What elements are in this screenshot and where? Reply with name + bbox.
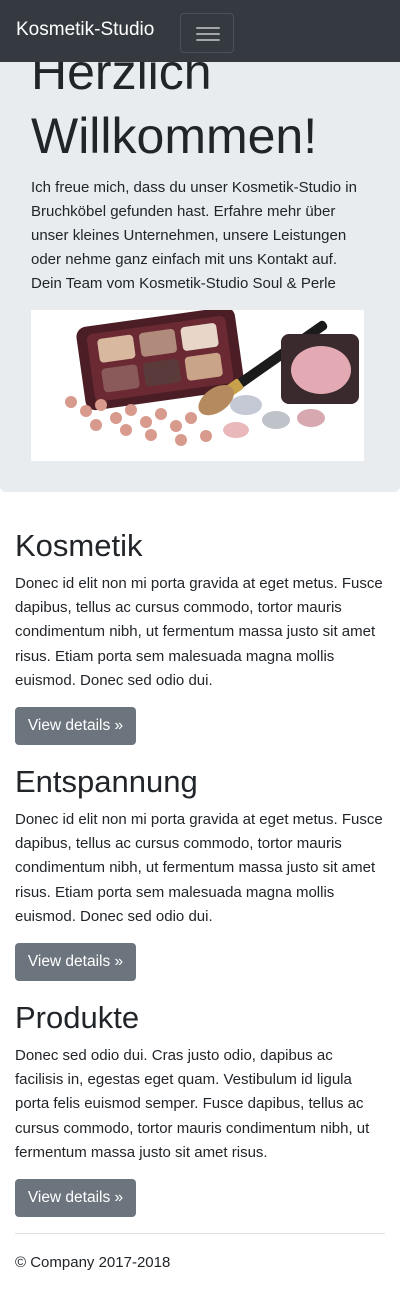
- hamburger-menu-icon: [196, 27, 220, 29]
- jumbotron-text: Ich freue mich, dass du unser Kosmetik-S…: [31, 179, 357, 292]
- navbar-brand[interactable]: Kosmetik-Studio: [16, 18, 154, 42]
- jumbotron: Herzlich Willkommen! Ich freue mich, das…: [0, 0, 400, 492]
- footer-divider: [15, 1233, 385, 1234]
- section-heading-produkte: Produkte: [15, 1000, 140, 1035]
- section-heading-entspannung: Entspannung: [15, 764, 198, 799]
- makeup-product-image: [31, 310, 364, 461]
- section-heading-kosmetik: Kosmetik: [15, 528, 143, 563]
- top-navbar: Kosmetik-Studio: [0, 0, 400, 62]
- section-text-kosmetik: Donec id elit non mi porta gravida at eg…: [15, 575, 383, 689]
- footer-copyright: © Company 2017-2018: [15, 1254, 171, 1271]
- section-text-produkte: Donec sed odio dui. Cras justo odio, dap…: [15, 1047, 370, 1161]
- section-text-entspannung: Donec id elit non mi porta gravida at eg…: [15, 811, 383, 925]
- view-details-button-kosmetik[interactable]: View details »: [15, 707, 136, 745]
- view-details-button-produkte[interactable]: View details »: [15, 1179, 136, 1217]
- view-details-button-entspannung[interactable]: View details »: [15, 943, 136, 981]
- hamburger-menu-icon-bar: [196, 39, 220, 41]
- navbar-toggler-button[interactable]: [180, 13, 234, 53]
- hamburger-menu-icon-bar: [196, 33, 220, 35]
